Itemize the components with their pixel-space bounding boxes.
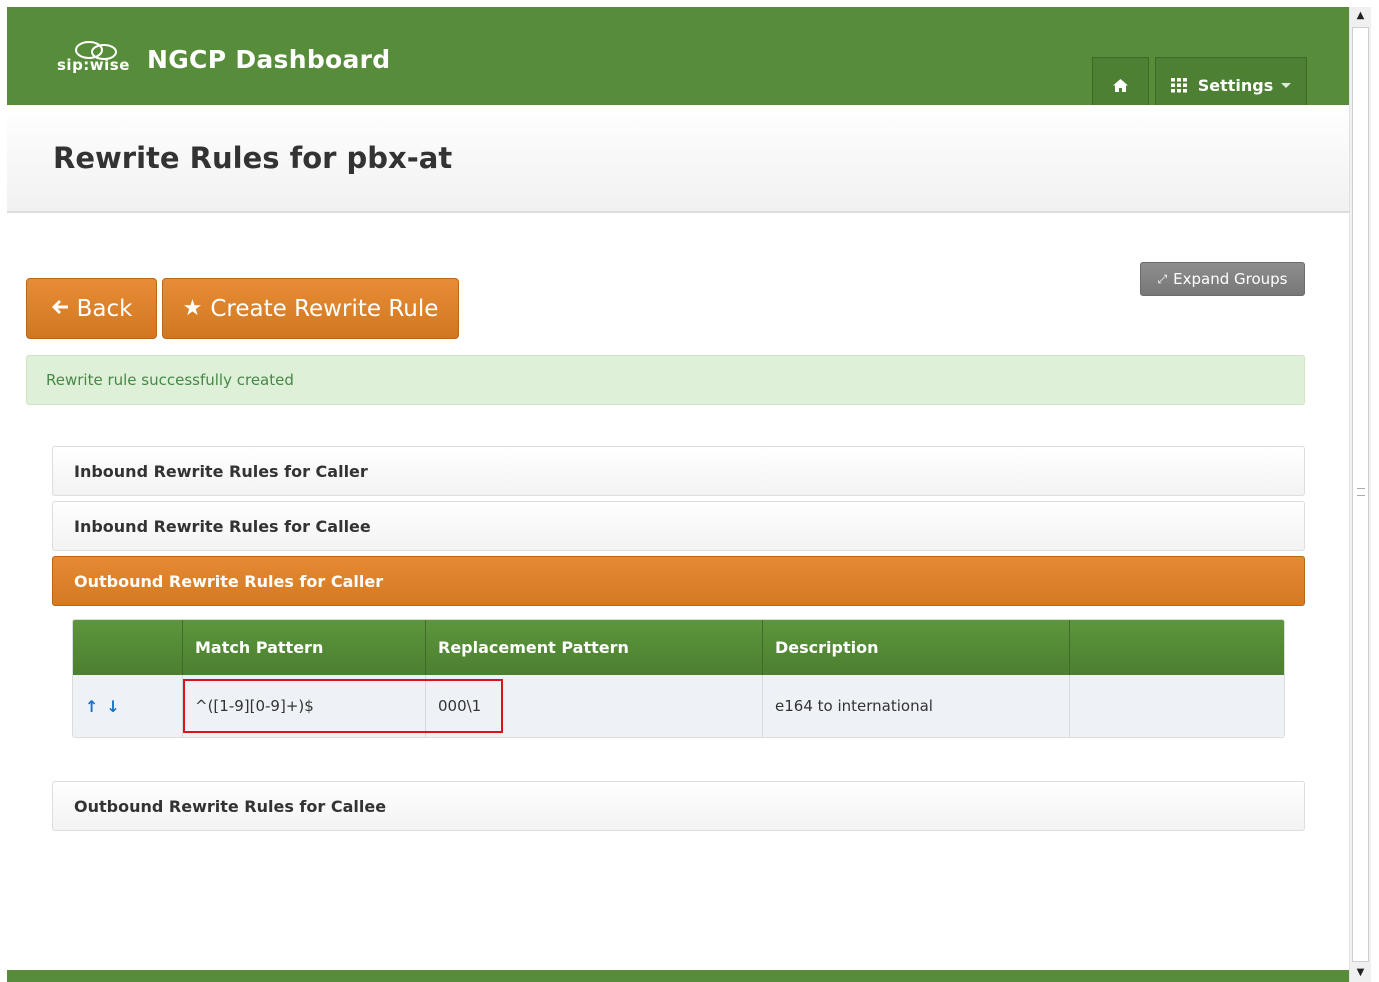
group-label: Outbound Rewrite Rules for Caller — [74, 571, 384, 591]
page-title: Rewrite Rules for pbx-at — [53, 141, 453, 175]
column-header-replacement[interactable]: Replacement Pattern — [426, 620, 763, 675]
create-label: Create Rewrite Rule — [210, 295, 439, 322]
grip-icon — [1357, 488, 1365, 496]
expand-groups-button[interactable]: ⤢ Expand Groups — [1140, 262, 1305, 296]
footer-bar — [7, 970, 1349, 982]
back-label: Back — [76, 295, 133, 322]
top-navbar: sip:wise NGCP Dashboard Settings — [7, 7, 1349, 112]
table-row[interactable]: ↑ ↓ ^([1-9][0-9]+)$ 000\1 e164 to intern… — [73, 675, 1284, 737]
column-header-actions — [1070, 620, 1284, 675]
match-pattern-cell: ^([1-9][0-9]+)$ — [183, 675, 426, 737]
app-title: NGCP Dashboard — [147, 44, 391, 74]
scroll-thumb[interactable] — [1352, 27, 1369, 962]
arrow-down-icon[interactable]: ↓ — [106, 697, 119, 716]
description-cell: e164 to international — [763, 675, 1070, 737]
order-cell: ↑ ↓ — [73, 675, 183, 737]
expand-icon: ⤢ — [1157, 271, 1168, 286]
grid-icon — [1170, 77, 1187, 92]
settings-label: Settings — [1197, 75, 1274, 95]
sipwise-logo: sip:wise — [57, 39, 141, 79]
settings-dropdown[interactable]: Settings — [1155, 57, 1307, 112]
create-rewrite-rule-button[interactable]: ★ Create Rewrite Rule — [162, 278, 459, 339]
vertical-scrollbar[interactable]: ▲ ▼ — [1349, 7, 1371, 982]
rewrite-rules-table: Match Pattern Replacement Pattern Descri… — [72, 619, 1285, 738]
group-label: Inbound Rewrite Rules for Caller — [74, 461, 368, 481]
group-inbound-caller[interactable]: Inbound Rewrite Rules for Caller — [52, 446, 1305, 496]
scroll-up-icon[interactable]: ▲ — [1350, 7, 1371, 25]
page-header: Rewrite Rules for pbx-at — [7, 105, 1349, 213]
column-header-match[interactable]: Match Pattern — [183, 620, 426, 675]
back-button[interactable]: Back — [26, 278, 157, 339]
group-label: Inbound Rewrite Rules for Callee — [74, 516, 371, 536]
home-button[interactable] — [1092, 57, 1149, 112]
replacement-pattern-cell: 000\1 — [426, 675, 763, 737]
home-icon — [1113, 78, 1128, 92]
table-header: Match Pattern Replacement Pattern Descri… — [73, 620, 1284, 675]
expand-label: Expand Groups — [1173, 270, 1288, 288]
group-outbound-caller[interactable]: Outbound Rewrite Rules for Caller — [52, 556, 1305, 606]
arrow-up-icon[interactable]: ↑ — [85, 697, 98, 716]
actions-cell — [1070, 675, 1284, 737]
arrow-left-icon — [51, 296, 69, 321]
star-icon: ★ — [182, 296, 203, 321]
caret-down-icon — [1281, 82, 1292, 88]
success-alert: Rewrite rule successfully created — [26, 355, 1305, 405]
group-outbound-callee[interactable]: Outbound Rewrite Rules for Callee — [52, 781, 1305, 831]
brand[interactable]: sip:wise NGCP Dashboard — [57, 37, 390, 81]
scroll-down-icon[interactable]: ▼ — [1350, 964, 1371, 982]
group-inbound-callee[interactable]: Inbound Rewrite Rules for Callee — [52, 501, 1305, 551]
logo-text: sip:wise — [57, 56, 130, 74]
column-header-order — [73, 620, 183, 675]
group-label: Outbound Rewrite Rules for Callee — [74, 796, 387, 816]
alert-message: Rewrite rule successfully created — [46, 371, 294, 389]
column-header-description[interactable]: Description — [763, 620, 1070, 675]
